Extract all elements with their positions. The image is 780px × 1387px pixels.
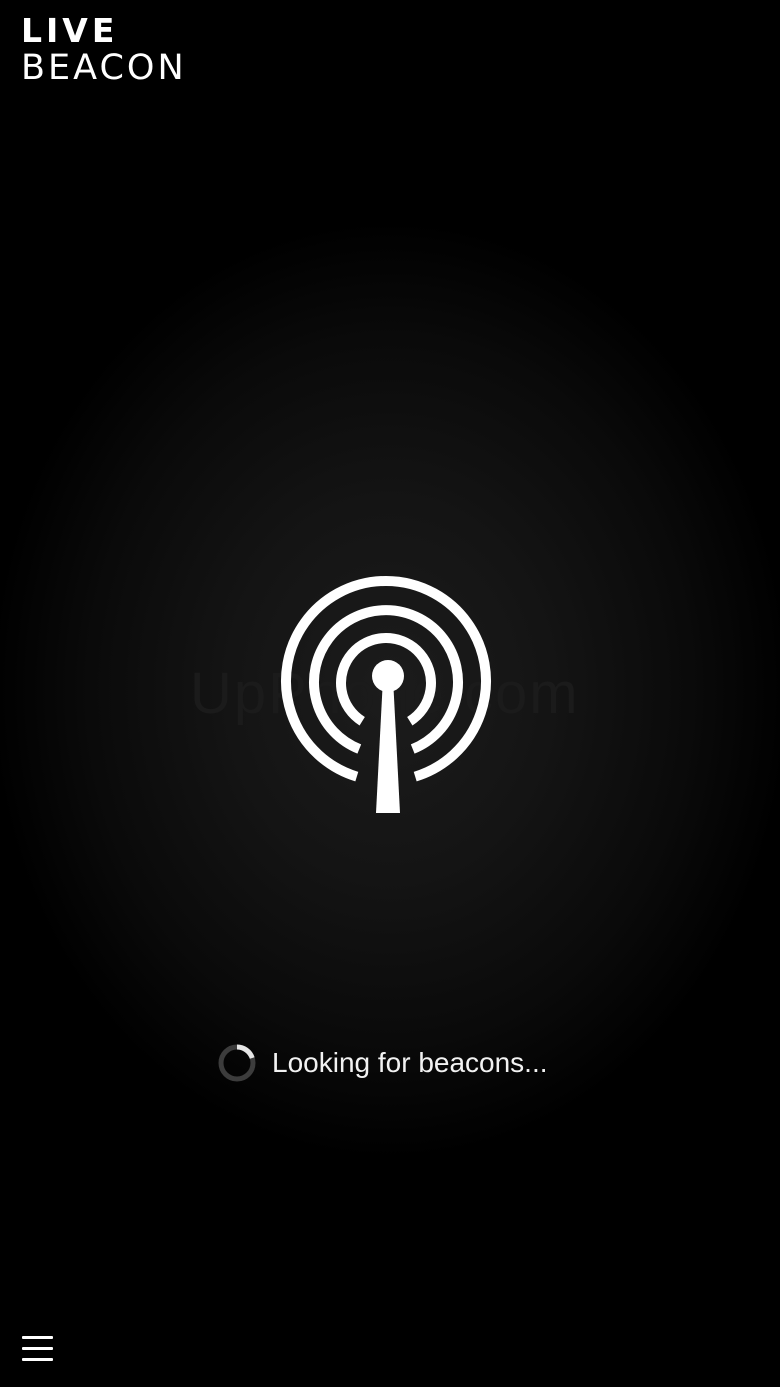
scan-status: Looking for beacons... — [218, 1043, 548, 1083]
hamburger-menu-icon-bar — [22, 1358, 53, 1361]
beacon-scan-screen: LIVE BEACON UpPhone.com Looking for beac… — [0, 0, 780, 1387]
hamburger-menu-icon-bar — [22, 1347, 53, 1350]
menu-button[interactable] — [20, 1333, 56, 1365]
hamburger-menu-icon — [22, 1336, 53, 1339]
status-text: Looking for beacons... — [272, 1047, 548, 1078]
beacon-broadcast-icon — [281, 576, 491, 813]
logo-line-beacon: BEACON — [21, 48, 187, 88]
loading-spinner-icon — [218, 1044, 256, 1082]
app-logo: LIVE BEACON — [21, 14, 187, 86]
logo-line-live: LIVE — [21, 11, 119, 50]
